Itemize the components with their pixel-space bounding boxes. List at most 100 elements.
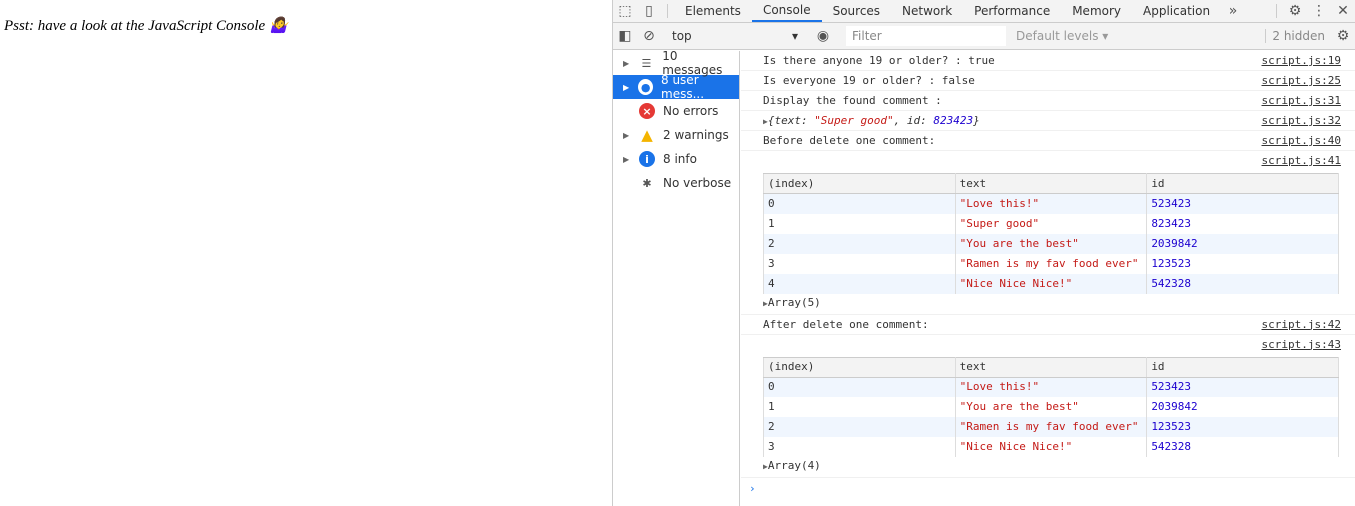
table-row: 2 "Ramen is my fav food ever" 123523	[763, 417, 1339, 437]
obj-suffix: }	[973, 114, 980, 127]
table-row: 4 "Nice Nice Nice!" 542328	[763, 273, 1339, 294]
table-cell: "Love this!"	[954, 377, 1148, 397]
filter-input[interactable]: Filter	[846, 26, 1006, 46]
message-text: Display the found comment :	[763, 94, 942, 107]
table-cell: "You are the best"	[954, 233, 1148, 254]
table-cell: 2039842	[1146, 397, 1339, 417]
sidebar-item-info[interactable]: ▶ i 8 info	[613, 147, 739, 171]
source-link[interactable]: script.js:19	[1262, 53, 1341, 69]
table-cell: 2	[763, 233, 956, 254]
page-text: Psst: have a look at the JavaScript Cons…	[4, 18, 288, 34]
array-label: Array(4)	[767, 459, 821, 472]
console-message: Display the found comment : script.js:31	[741, 91, 1355, 111]
table-cell: "Nice Nice Nice!"	[954, 437, 1148, 457]
close-icon[interactable]: ✕	[1331, 0, 1355, 22]
live-expression-eye-icon[interactable]: ◉	[811, 28, 835, 44]
warning-icon: ▲	[641, 126, 653, 144]
table-cell: "Ramen is my fav food ever"	[954, 253, 1148, 274]
sidebar-item-warnings[interactable]: ▶ ▲ 2 warnings	[613, 123, 739, 147]
table-cell: 1	[763, 213, 956, 234]
label: No verbose	[663, 176, 732, 190]
table-cell: 2039842	[1146, 233, 1339, 254]
table-cell: "You are the best"	[954, 397, 1148, 417]
table-cell: 0	[763, 377, 956, 397]
console-settings-icon[interactable]: ⚙	[1331, 28, 1355, 44]
error-icon: ×	[639, 103, 655, 119]
source-link[interactable]: script.js:25	[1262, 73, 1341, 89]
table-cell: 3	[763, 437, 956, 457]
column-header[interactable]: id	[1146, 173, 1339, 194]
source-link[interactable]: script.js:40	[1262, 133, 1341, 149]
table-cell: "Super good"	[954, 213, 1148, 234]
clear-console-icon[interactable]: ⊘	[637, 28, 661, 44]
tab-sources[interactable]: Sources	[822, 0, 891, 22]
tab-performance[interactable]: Performance	[963, 0, 1061, 22]
tab-memory[interactable]: Memory	[1061, 0, 1132, 22]
table-cell: 2	[763, 417, 956, 437]
console-message: Is there anyone 19 or older? : true scrip…	[741, 51, 1355, 71]
message-text: Is there anyone 19 or older? : true	[763, 54, 995, 67]
message-text: After delete one comment:	[763, 317, 929, 331]
console-table-entry: script.js:41 (index) text id 0 "Love this!" 5…	[741, 151, 1355, 315]
column-header[interactable]: text	[954, 356, 1148, 378]
console-object[interactable]: ▶{text: "Super good", id: 823423} script.…	[741, 111, 1355, 131]
devtools-tabbar: ⬚ ▯ Elements Console Sources Network Per…	[613, 0, 1355, 23]
table-header-row: (index) text id	[763, 356, 1339, 378]
sidebar-toggle-icon[interactable]: ◧	[613, 28, 637, 44]
more-options-icon[interactable]: ⋮	[1307, 0, 1331, 22]
obj-text: "Super good"	[814, 114, 894, 127]
column-header[interactable]: (index)	[763, 356, 956, 378]
table-header-row: (index) text id	[763, 173, 1339, 194]
message-text: Before delete one comment:	[763, 134, 936, 147]
tab-console[interactable]: Console	[751, 0, 822, 22]
device-toolbar-icon[interactable]: ▯	[637, 0, 661, 22]
tab-elements[interactable]: Elements	[674, 0, 752, 22]
label: 8 info	[663, 152, 697, 166]
array-summary[interactable]: ▶Array(4)	[763, 457, 1341, 477]
sidebar-item-verbose[interactable]: ✱ No verbose	[613, 171, 739, 195]
column-header[interactable]: text	[954, 173, 1148, 194]
message-text: Is everyone 19 or older? : false	[763, 74, 975, 87]
bug-icon: ✱	[642, 176, 652, 190]
array-label: Array(5)	[767, 295, 821, 309]
column-header[interactable]: (index)	[763, 173, 956, 194]
label: 2 warnings	[663, 128, 729, 142]
console-table-entry: script.js:43 (index) text id 0 "Love this!" 5…	[741, 335, 1355, 478]
source-link[interactable]: script.js:41	[1262, 153, 1341, 169]
source-link[interactable]: script.js:32	[1262, 113, 1341, 129]
sidebar-item-user-messages[interactable]: ▶ ● 8 user mess...	[613, 73, 739, 101]
table-cell: 3	[763, 253, 956, 274]
table-cell: "Ramen is my fav food ever"	[954, 417, 1148, 437]
table-cell: 523423	[1146, 193, 1339, 214]
context-select[interactable]: top ▾	[666, 29, 806, 43]
obj-prefix: {text:	[767, 114, 815, 127]
console-prompt[interactable]: ›	[741, 478, 1355, 499]
array-summary[interactable]: ▶Array(5)	[763, 294, 1341, 314]
tab-network[interactable]: Network	[891, 0, 963, 22]
table-row: 3 "Nice Nice Nice!" 542328	[763, 437, 1339, 457]
table-cell: "Love this!"	[954, 193, 1148, 214]
console-sidebar: ▶ ☰ 10 messages ▶ ● 8 user mess... × No error…	[613, 49, 740, 506]
label: 8 user mess...	[661, 73, 705, 101]
console-message: After delete one comment: script.js:42	[741, 315, 1355, 335]
info-icon: i	[639, 151, 655, 167]
more-tabs-icon[interactable]: »	[1221, 0, 1245, 22]
console-message: Is everyone 19 or older? : false script.j…	[741, 71, 1355, 91]
table-row: 0 "Love this!" 523423	[763, 193, 1339, 214]
table-row: 0 "Love this!" 523423	[763, 377, 1339, 397]
sidebar-item-messages[interactable]: ▶ ☰ 10 messages	[613, 49, 739, 77]
table-cell: 1	[763, 397, 956, 417]
source-link[interactable]: script.js:42	[1262, 317, 1341, 333]
table-row: 1 "Super good" 823423	[763, 213, 1339, 234]
inspect-element-icon[interactable]: ⬚	[613, 0, 637, 22]
tab-application[interactable]: Application	[1132, 0, 1221, 22]
hidden-count: 2 hidden	[1265, 29, 1331, 43]
settings-gear-icon[interactable]: ⚙	[1283, 0, 1307, 22]
context-value: top	[672, 29, 692, 43]
source-link[interactable]: script.js:43	[1262, 337, 1341, 353]
log-levels-dropdown[interactable]: Default levels ▾	[1016, 29, 1166, 43]
source-link[interactable]: script.js:31	[1262, 93, 1341, 109]
console-output: Is there anyone 19 or older? : true scrip…	[741, 51, 1355, 506]
column-header[interactable]: id	[1146, 356, 1339, 378]
sidebar-item-errors[interactable]: × No errors	[613, 99, 739, 123]
